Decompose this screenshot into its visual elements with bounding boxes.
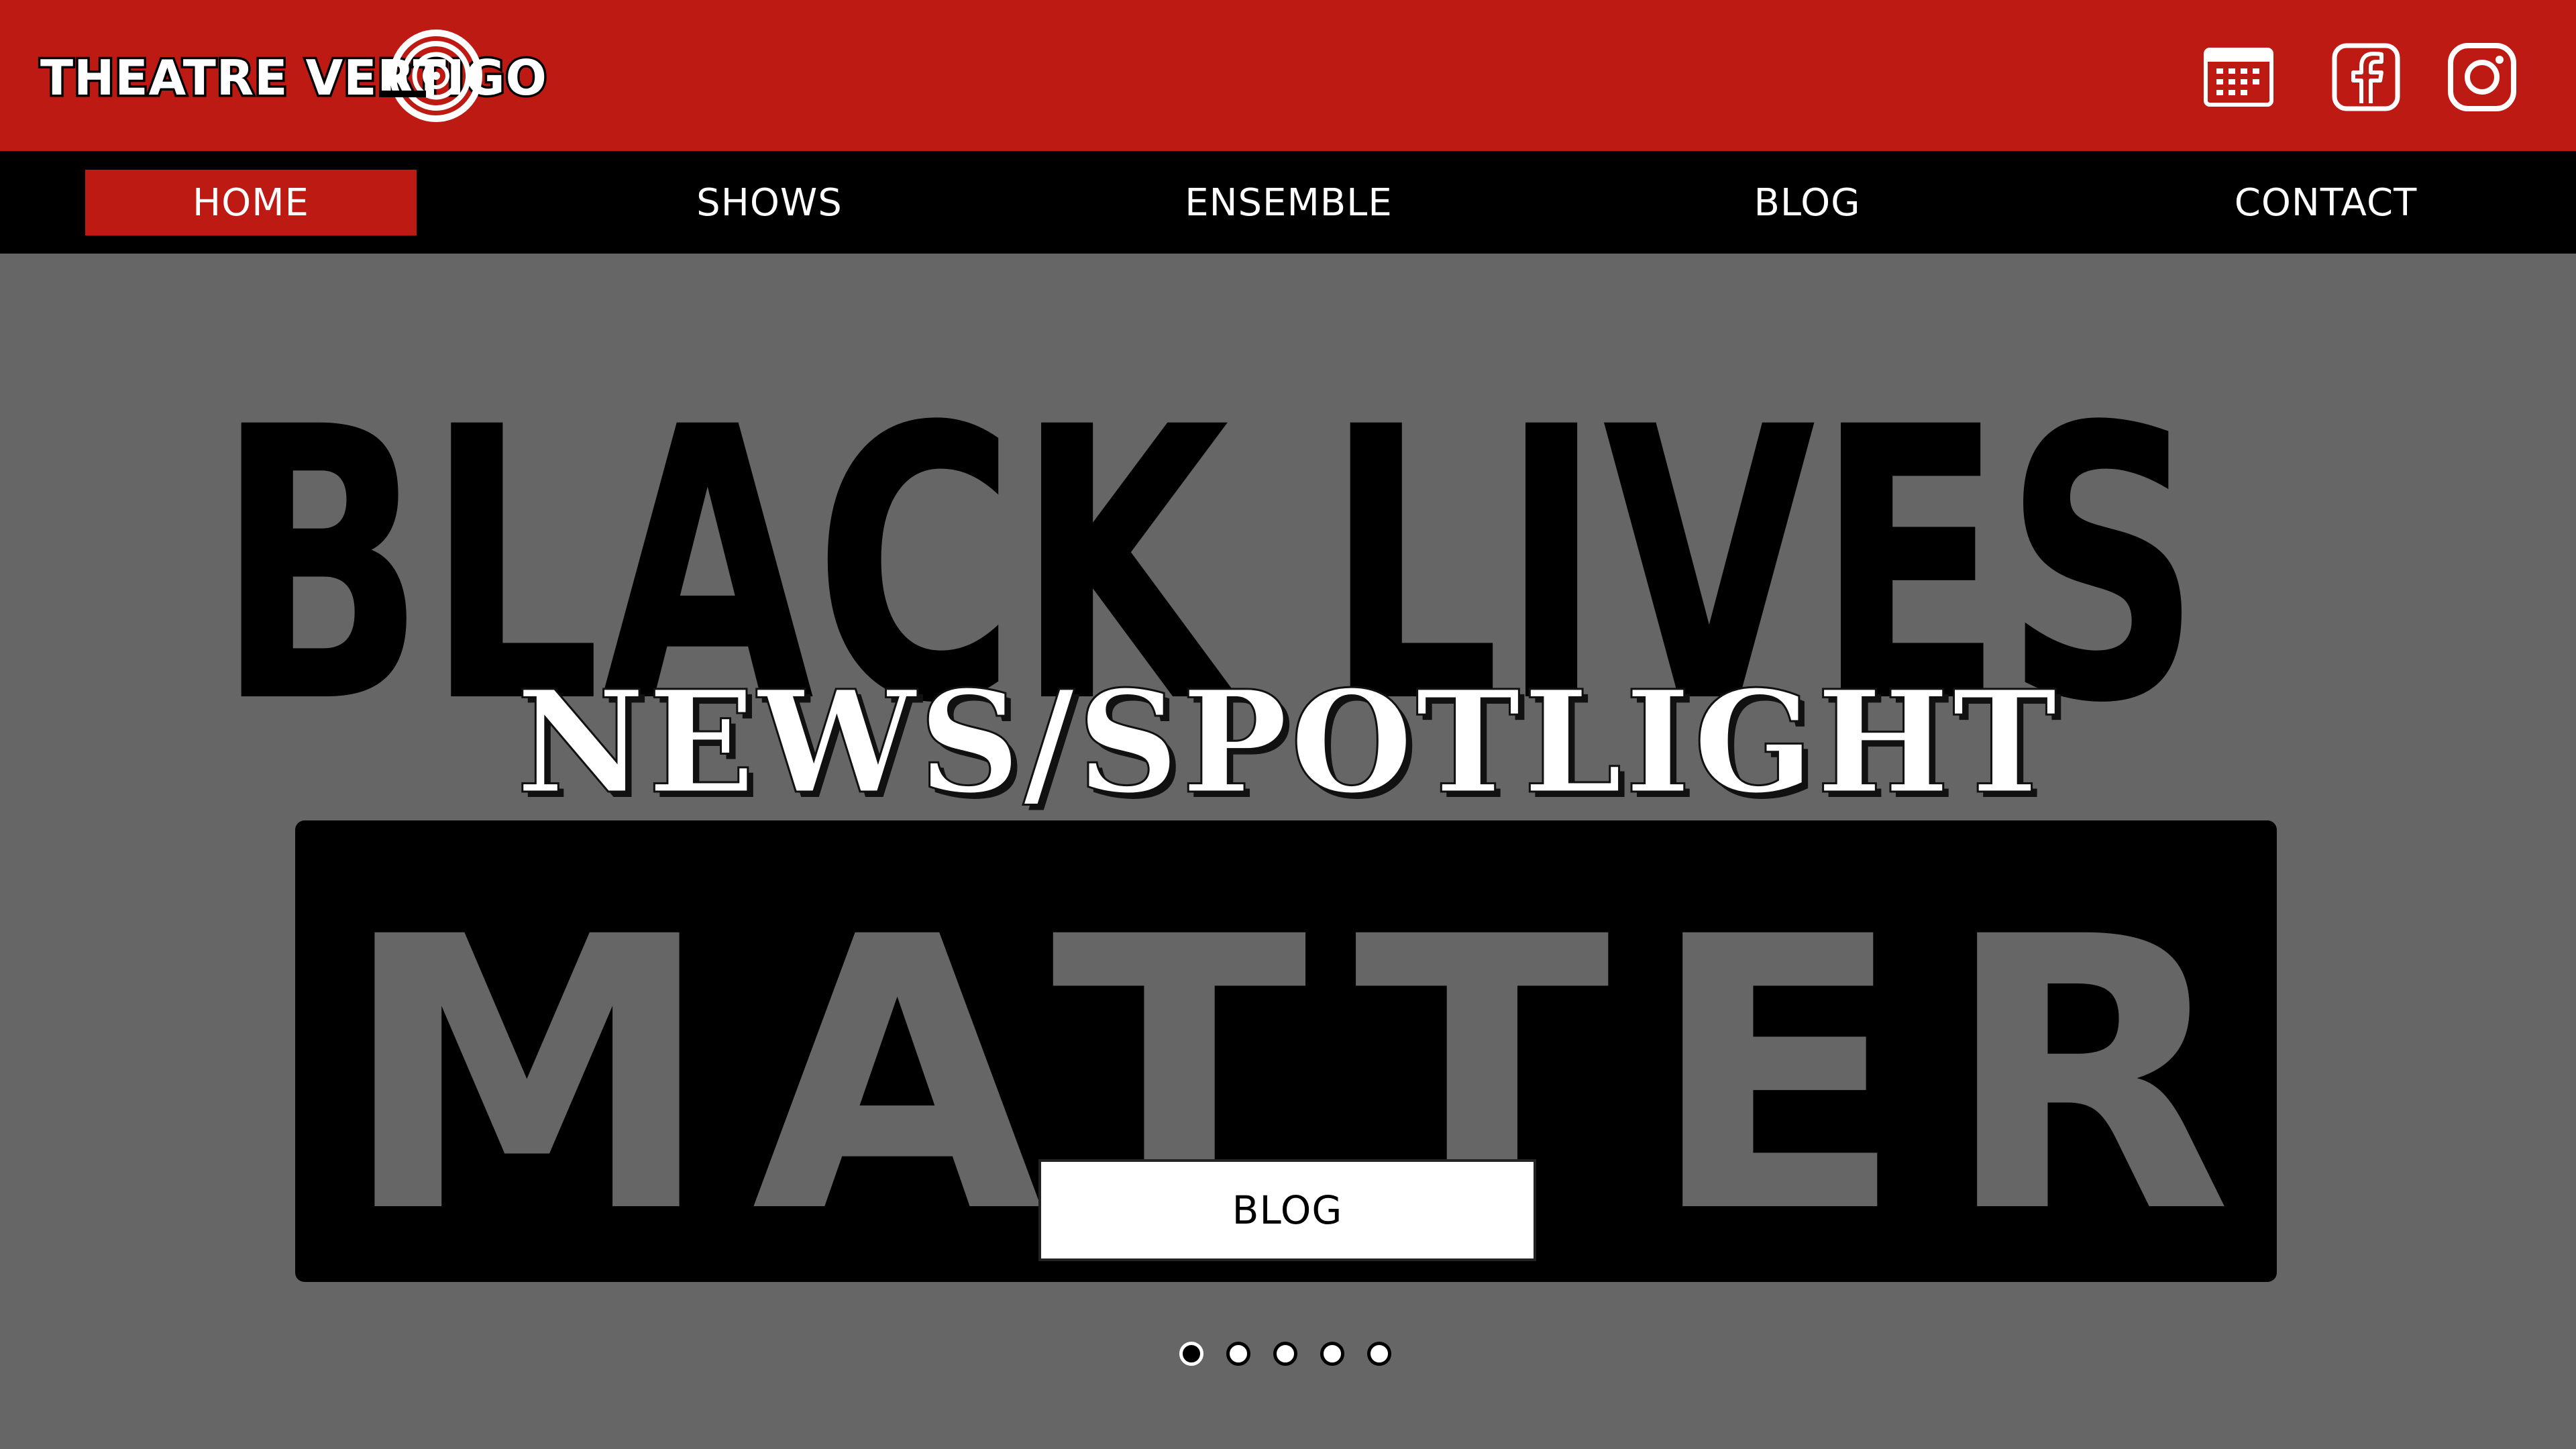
slide-dot-1[interactable]	[1179, 1342, 1203, 1366]
slide-dot-3[interactable]	[1273, 1342, 1297, 1366]
slide-dot-2[interactable]	[1226, 1342, 1250, 1366]
slider-dots	[1179, 1342, 1397, 1368]
nav-home[interactable]: HOME	[85, 170, 417, 235]
main-nav: HOME SHOWS ENSEMBLE BLOG CONTACT	[0, 151, 2576, 254]
black-lives-matter-graphic: BLACK LIVES MATTER	[216, 348, 2277, 1295]
nav-ensemble[interactable]: ENSEMBLE	[1123, 170, 1454, 235]
site-logo[interactable]: THEATRE VERTIGO	[38, 25, 549, 126]
slide-dot-4[interactable]	[1320, 1342, 1344, 1366]
nav-blog[interactable]: BLOG	[1642, 170, 1973, 235]
instagram-icon[interactable]	[2445, 40, 2519, 114]
slide-dot-5[interactable]	[1367, 1342, 1391, 1366]
nav-contact[interactable]: CONTACT	[2160, 170, 2491, 235]
facebook-icon[interactable]	[2329, 40, 2403, 114]
hero-headline: NEWS/SPOTLIGHT	[515, 659, 2060, 826]
vertigo-swirl-icon	[379, 30, 482, 122]
nav-shows[interactable]: SHOWS	[604, 170, 935, 235]
calendar-icon[interactable]	[2202, 40, 2275, 114]
header-bar: THEATRE VERTIGO	[0, 0, 2576, 151]
blog-button[interactable]: BLOG	[1038, 1159, 1536, 1261]
hero-slider: BLACK LIVES MATTER NEWS/SPOTLIGHT BLOG	[0, 254, 2576, 1449]
